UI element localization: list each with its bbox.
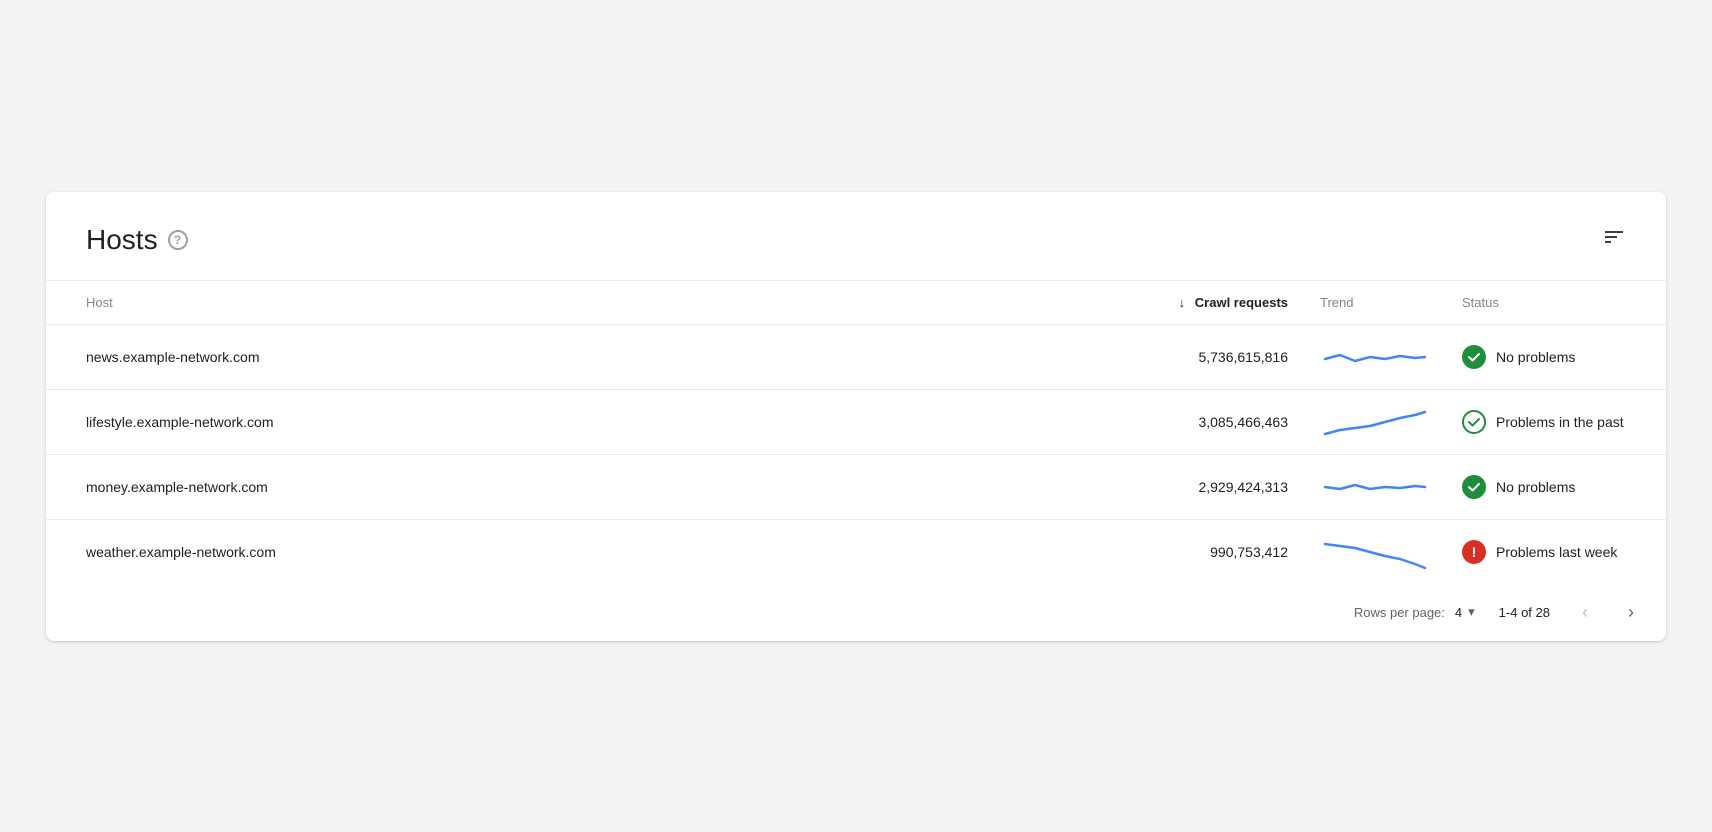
page-title: Hosts (86, 224, 158, 256)
crawl-cell: 990,753,412 (856, 519, 1304, 584)
sort-arrow-icon: ↓ (1179, 295, 1186, 310)
rows-per-page: Rows per page: 4 ▾ (1354, 604, 1475, 620)
hosts-table: Host ↓ Crawl requests Trend Status news.… (46, 280, 1666, 584)
trend-cell (1304, 454, 1446, 519)
trend-cell (1304, 324, 1446, 389)
hosts-card: Hosts ? Host ↓ Crawl requests (46, 192, 1666, 641)
status-cell: No problems (1446, 325, 1666, 389)
trend-cell (1304, 389, 1446, 454)
trend-cell (1304, 519, 1446, 584)
status-cell: Problems in the past (1446, 390, 1666, 454)
status-icon-red: ! (1462, 540, 1486, 564)
pagination-row: Rows per page: 4 ▾ 1-4 of 28 ‹ › (46, 584, 1666, 641)
host-cell: money.example-network.com (46, 454, 856, 519)
table-row[interactable]: weather.example-network.com 990,753,412 … (46, 519, 1666, 584)
status-icon-green-filled (1462, 475, 1486, 499)
table-row[interactable]: news.example-network.com 5,736,615,816 N… (46, 324, 1666, 389)
status-cell: ! Problems last week (1446, 520, 1666, 584)
status-icon-green-filled (1462, 345, 1486, 369)
status-label: No problems (1496, 479, 1575, 495)
status-label: Problems last week (1496, 544, 1617, 560)
rows-dropdown-icon[interactable]: ▾ (1468, 604, 1475, 620)
crawl-cell: 2,929,424,313 (856, 454, 1304, 519)
host-cell: weather.example-network.com (46, 519, 856, 584)
help-icon[interactable]: ? (168, 230, 188, 250)
rows-per-page-label: Rows per page: (1354, 605, 1445, 620)
table-header-row: Host ↓ Crawl requests Trend Status (46, 280, 1666, 324)
table-container: Host ↓ Crawl requests Trend Status news.… (46, 280, 1666, 584)
card-header: Hosts ? (46, 192, 1666, 280)
next-page-button[interactable]: › (1620, 598, 1642, 627)
rows-per-page-value: 4 (1455, 605, 1462, 620)
status-icon-green-outline (1462, 410, 1486, 434)
table-row[interactable]: money.example-network.com 2,929,424,313 … (46, 454, 1666, 519)
col-status: Status (1446, 280, 1666, 324)
status-label: Problems in the past (1496, 414, 1624, 430)
table-row[interactable]: lifestyle.example-network.com 3,085,466,… (46, 389, 1666, 454)
status-cell: No problems (1446, 455, 1666, 519)
crawl-cell: 5,736,615,816 (856, 324, 1304, 389)
col-host: Host (46, 280, 856, 324)
crawl-cell: 3,085,466,463 (856, 389, 1304, 454)
status-label: No problems (1496, 349, 1575, 365)
host-cell: lifestyle.example-network.com (46, 389, 856, 454)
page-info: 1-4 of 28 (1499, 605, 1550, 620)
filter-icon[interactable] (1602, 225, 1626, 254)
prev-page-button[interactable]: ‹ (1574, 598, 1596, 627)
title-group: Hosts ? (86, 224, 188, 256)
col-crawl-requests[interactable]: ↓ Crawl requests (856, 280, 1304, 324)
host-cell: news.example-network.com (46, 324, 856, 389)
col-trend: Trend (1304, 280, 1446, 324)
